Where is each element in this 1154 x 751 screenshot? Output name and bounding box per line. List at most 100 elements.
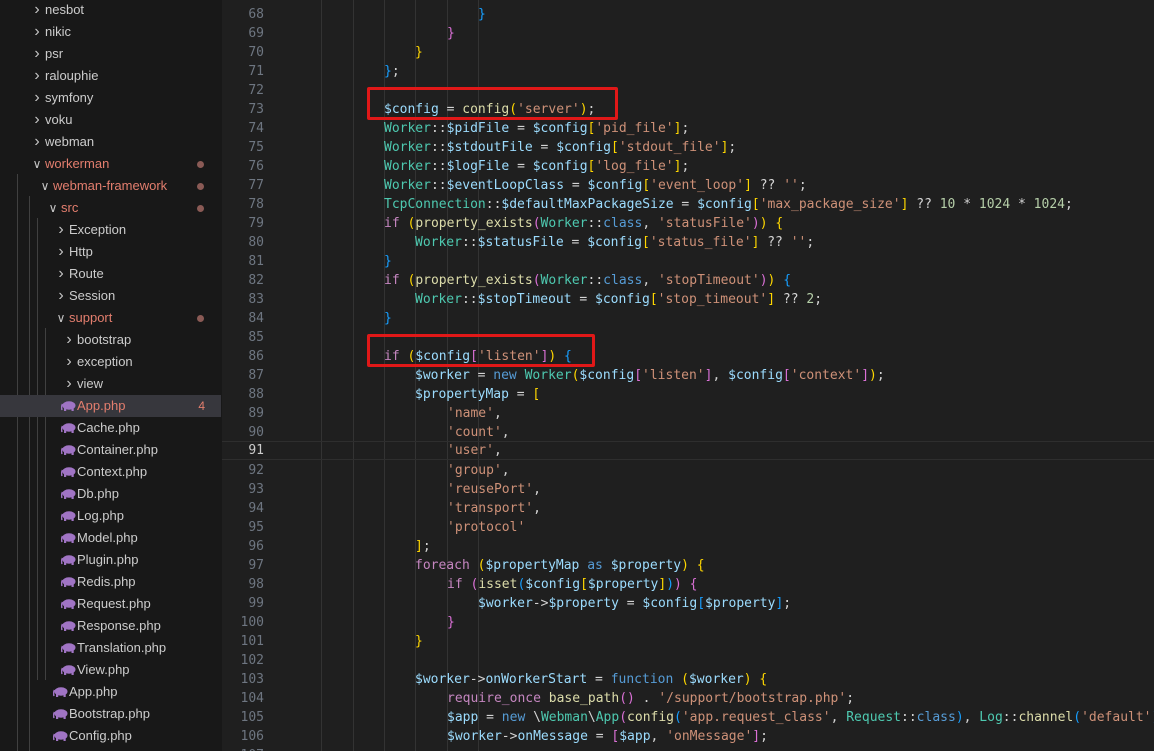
tree-folder-session[interactable]: › Session <box>0 285 221 307</box>
code-line[interactable]: 107 <box>222 746 1154 751</box>
code-text: } <box>447 24 455 43</box>
code-token: * <box>1010 197 1034 212</box>
code-line[interactable]: 78 TcpConnection::$defaultMaxPackageSize … <box>222 195 1154 214</box>
code-line[interactable]: 82 if (property_exists(Worker::class, 'st… <box>222 271 1154 290</box>
code-line[interactable]: 72 <box>222 81 1154 100</box>
tree-folder-view[interactable]: › view <box>0 373 221 395</box>
tree-file-context-php[interactable]: Context.php <box>0 461 221 483</box>
tree-folder-symfony[interactable]: › symfony <box>0 87 221 109</box>
tree-file-model-php[interactable]: Model.php <box>0 527 221 549</box>
chevron-right-icon: › <box>58 287 64 304</box>
code-line[interactable]: 104 require_once base_path() . '/support/… <box>222 689 1154 708</box>
line-number: 105 <box>240 710 264 725</box>
tree-folder-workerman[interactable]: ∨ workerman <box>0 153 221 175</box>
code-text: }; <box>384 62 400 81</box>
code-line[interactable]: 90 'count', <box>222 423 1154 442</box>
tree-file-app-php[interactable]: App.php 4 <box>0 395 221 417</box>
code-token: $worker <box>415 368 470 383</box>
tree-file-log-php[interactable]: Log.php <box>0 505 221 527</box>
code-line[interactable]: 102 <box>222 651 1154 670</box>
code-text: $worker->onMessage = [$app, 'onMessage']… <box>447 727 768 746</box>
tree-folder-http[interactable]: › Http <box>0 241 221 263</box>
tree-folder-voku[interactable]: › voku <box>0 109 221 131</box>
code-line[interactable]: 95 'protocol' <box>222 518 1154 537</box>
tree-folder-webman[interactable]: › webman <box>0 131 221 153</box>
code-line[interactable]: 92 'group', <box>222 461 1154 480</box>
code-text: $worker->$property = $config[$property]; <box>478 594 791 613</box>
tree-item-label: App.php <box>77 398 126 413</box>
tree-folder-nesbot[interactable]: › nesbot <box>0 0 221 21</box>
code-token: 'stop_timeout' <box>657 292 768 307</box>
code-line[interactable]: 76 Worker::$logFile = $config['log_file']… <box>222 157 1154 176</box>
tree-item-label: Translation.php <box>77 640 167 655</box>
tree-file-cache-php[interactable]: Cache.php <box>0 417 221 439</box>
line-number: 74 <box>248 121 264 136</box>
code-line[interactable]: 103 $worker->onWorkerStart = function ($w… <box>222 670 1154 689</box>
code-line[interactable]: 98 if (isset($config[$property])) { <box>222 575 1154 594</box>
code-line[interactable]: 97 foreach ($propertyMap as $property) { <box>222 556 1154 575</box>
code-token: [ <box>649 292 658 307</box>
tree-file-plugin-php[interactable]: Plugin.php <box>0 549 221 571</box>
tree-file-container-php[interactable]: Container.php <box>0 439 221 461</box>
tree-file-db-php[interactable]: Db.php <box>0 483 221 505</box>
code-line[interactable]: 75 Worker::$stdoutFile = $config['stdout_… <box>222 138 1154 157</box>
tree-folder-bootstrap[interactable]: › bootstrap <box>0 329 221 351</box>
tree-folder-support[interactable]: ∨ support <box>0 307 221 329</box>
tree-folder-route[interactable]: › Route <box>0 263 221 285</box>
tree-item-label: Config.php <box>69 728 132 743</box>
tree-file-response-php[interactable]: Response.php <box>0 615 221 637</box>
tree-file-bootstrap-php[interactable]: Bootstrap.php <box>0 703 221 725</box>
code-line[interactable]: 96]; <box>222 537 1154 556</box>
tree-item-label: Request.php <box>77 596 151 611</box>
code-line[interactable]: 71}; <box>222 62 1154 81</box>
tree-folder-nikic[interactable]: › nikic <box>0 21 221 43</box>
code-line[interactable]: 88 $propertyMap = [ <box>222 385 1154 404</box>
code-token: '' <box>790 235 807 250</box>
code-token: ] <box>415 539 423 554</box>
tree-folder-ralouphie[interactable]: › ralouphie <box>0 65 221 87</box>
code-editor[interactable]: 68} 69} 70} 71}; 72 73 $config = config('serve… <box>222 0 1154 751</box>
code-line[interactable]: 89 'name', <box>222 404 1154 423</box>
code-line[interactable]: 91 'user', <box>222 441 1154 460</box>
tree-item-label: workerman <box>45 156 110 171</box>
code-line[interactable]: 80 Worker::$statusFile = $config['status_… <box>222 233 1154 252</box>
code-line[interactable]: 85 <box>222 328 1154 347</box>
php-elephant-icon <box>61 621 76 631</box>
code-line[interactable]: 87 $worker = new Worker($config['listen']… <box>222 366 1154 385</box>
code-line[interactable]: 68} <box>222 5 1154 24</box>
code-line[interactable]: 99 $worker->$property = $config[$property… <box>222 594 1154 613</box>
code-line[interactable]: 74 Worker::$pidFile = $config['pid_file']… <box>222 119 1154 138</box>
code-line[interactable]: 84} <box>222 309 1154 328</box>
code-token: , <box>642 216 658 231</box>
code-line[interactable]: 79 if (property_exists(Worker::class, 'st… <box>222 214 1154 233</box>
code-token: 'onMessage' <box>666 729 753 744</box>
code-line[interactable]: 81} <box>222 252 1154 271</box>
line-number: 107 <box>222 746 264 751</box>
tree-folder-exception[interactable]: › exception <box>0 351 221 373</box>
code-line[interactable]: 100} <box>222 613 1154 632</box>
tree-folder-webman-framework[interactable]: ∨ webman-framework <box>0 175 221 197</box>
tree-file-config-php[interactable]: Config.php <box>0 725 221 747</box>
tree-folder-psr[interactable]: › psr <box>0 43 221 65</box>
code-line[interactable]: 77 Worker::$eventLoopClass = $config['eve… <box>222 176 1154 195</box>
tree-file-view-php[interactable]: View.php <box>0 659 221 681</box>
tree-file-redis-php[interactable]: Redis.php <box>0 571 221 593</box>
code-line[interactable]: 73 $config = config('server'); <box>222 100 1154 119</box>
code-line[interactable]: 93 'reusePort', <box>222 480 1154 499</box>
code-line[interactable]: 83 Worker::$stopTimeout = $config['stop_t… <box>222 290 1154 309</box>
tree-folder-exception[interactable]: › Exception <box>0 219 221 241</box>
chevron-right-icon: › <box>34 67 40 84</box>
code-line[interactable]: 101} <box>222 632 1154 651</box>
code-line[interactable]: 106 $worker->onMessage = [$app, 'onMessag… <box>222 727 1154 746</box>
code-line[interactable]: 94 'transport', <box>222 499 1154 518</box>
tree-file-request-php[interactable]: Request.php <box>0 593 221 615</box>
tree-file-app-php[interactable]: App.php <box>0 681 221 703</box>
tree-folder-src[interactable]: ∨ src <box>0 197 221 219</box>
tree-file-translation-php[interactable]: Translation.php <box>0 637 221 659</box>
code-line[interactable]: 70} <box>222 43 1154 62</box>
code-line[interactable]: 69} <box>222 24 1154 43</box>
code-line[interactable]: 105 $app = new \Webman\App(config('app.re… <box>222 708 1154 727</box>
code-text: Worker::$eventLoopClass = $config['event… <box>384 176 807 195</box>
code-token: } <box>384 254 392 269</box>
code-line[interactable]: 86 if ($config['listen']) { <box>222 347 1154 366</box>
